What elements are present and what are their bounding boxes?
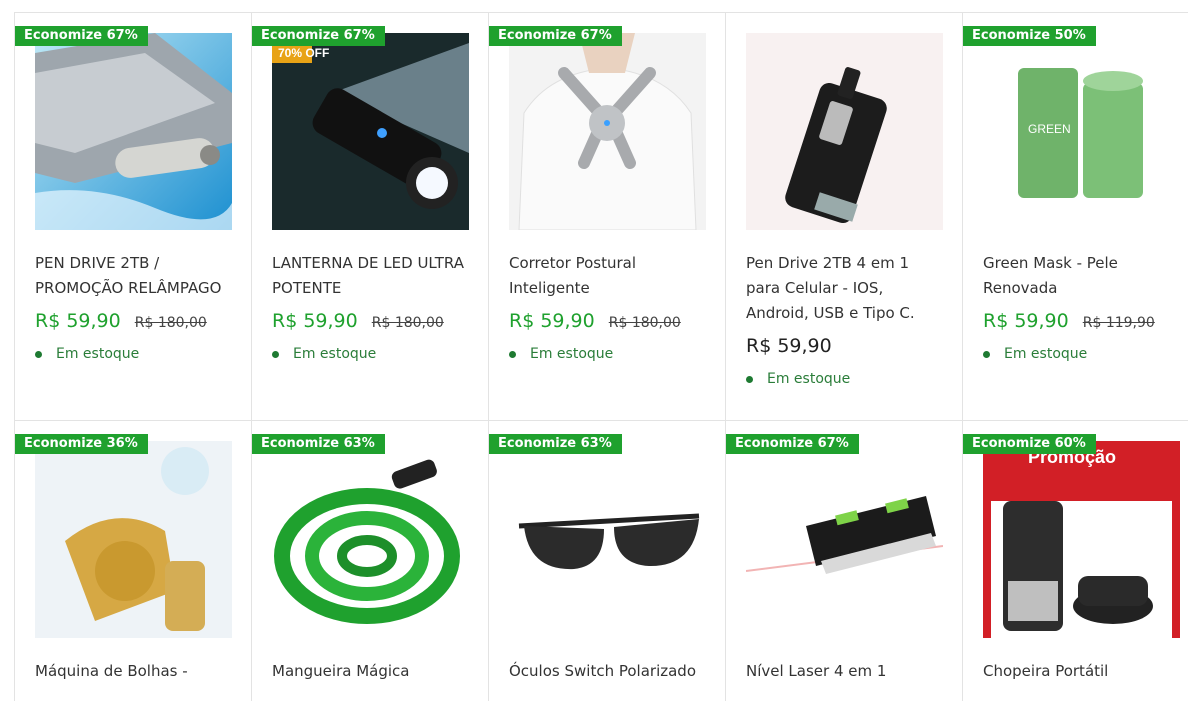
in-stock-dot-icon (272, 350, 279, 358)
in-stock-dot-icon (509, 350, 516, 358)
discount-badge: Economize 63% (489, 434, 622, 454)
product-title[interactable]: Corretor Postural Inteligente (509, 251, 705, 301)
original-price: R$ 180,00 (608, 315, 681, 331)
stock-status: Em estoque (983, 346, 1170, 362)
product-grid: Economize 67% PEN DRIVE 2TB / PROMOÇÃO R… (14, 12, 1188, 701)
discount-badge: Economize 63% (252, 434, 385, 454)
green-mask-image: GREEN (983, 33, 1180, 230)
product-image[interactable] (509, 33, 706, 230)
discount-badge: Economize 67% (252, 26, 385, 46)
product-price: R$ 59,90 (272, 310, 358, 332)
discount-badge: Economize 67% (489, 26, 622, 46)
product-title[interactable]: Chopeira Portátil (983, 659, 1170, 709)
product-title[interactable]: Pen Drive 2TB 4 em 1 para Celular - IOS,… (746, 251, 942, 326)
product-image[interactable]: GREEN (983, 33, 1180, 230)
stock-label: Em estoque (293, 346, 377, 362)
original-price: R$ 180,00 (371, 315, 444, 331)
product-image[interactable] (35, 441, 232, 638)
product-image[interactable]: 70% OFF (272, 33, 469, 230)
discount-badge: Economize 67% (15, 26, 148, 46)
product-card[interactable]: Pen Drive 2TB 4 em 1 para Celular - IOS,… (725, 13, 962, 420)
stock-status: Em estoque (509, 346, 705, 362)
product-image[interactable] (35, 33, 232, 230)
sunglasses-image (509, 441, 706, 638)
laser-level-image (746, 441, 943, 638)
product-title[interactable]: PEN DRIVE 2TB / PROMOÇÃO RELÂMPAGO (35, 251, 231, 301)
stock-status: Em estoque (35, 346, 231, 362)
product-card[interactable]: Economize 36% Máquina de Bolhas - (14, 421, 251, 701)
promo-image-text: 70% OFF (278, 46, 329, 60)
flashlight-image: 70% OFF (272, 33, 469, 230)
product-image[interactable]: Promoção (983, 441, 1180, 638)
discount-badge: Economize 50% (963, 26, 1096, 46)
mask-label-text: GREEN (1028, 122, 1071, 136)
product-card[interactable]: Economize 67% Nível Laser 4 em 1 (725, 421, 962, 701)
product-title[interactable]: Green Mask - Pele Renovada (983, 251, 1170, 301)
product-row: Economize 67% PEN DRIVE 2TB / PROMOÇÃO R… (14, 13, 1188, 421)
stock-status: Em estoque (272, 346, 468, 362)
product-title[interactable]: Máquina de Bolhas - (35, 659, 231, 709)
stock-label: Em estoque (1004, 346, 1088, 362)
product-image[interactable] (746, 441, 943, 638)
product-title[interactable]: Mangueira Mágica (272, 659, 468, 709)
stock-status: Em estoque (746, 371, 942, 387)
product-title[interactable]: Óculos Switch Polarizado (509, 659, 705, 709)
discount-badge: Economize 60% (963, 434, 1096, 454)
product-card[interactable]: Economize 63% Mangueira Mágica (251, 421, 488, 701)
product-price: R$ 59,90 (983, 310, 1069, 332)
in-stock-dot-icon (983, 350, 990, 358)
in-stock-dot-icon (35, 350, 42, 358)
discount-badge: Economize 67% (726, 434, 859, 454)
product-price: R$ 59,90 (35, 310, 121, 332)
original-price: R$ 119,90 (1082, 315, 1155, 331)
stock-label: Em estoque (767, 371, 851, 387)
posture-corrector-image (509, 33, 706, 230)
garden-hose-image (272, 441, 469, 638)
product-card[interactable]: Economize 60% Promoção Chopeira Portátil (962, 421, 1188, 701)
product-row: Economize 36% Máquina de Bolhas - Econom… (14, 421, 1188, 701)
bubble-machine-image (35, 441, 232, 638)
product-title[interactable]: LANTERNA DE LED ULTRA POTENTE (272, 251, 468, 301)
product-card[interactable]: Economize 63% Óculos Switch Polarizado (488, 421, 725, 701)
product-image[interactable] (272, 441, 469, 638)
discount-badge: Economize 36% (15, 434, 148, 454)
product-card[interactable]: Economize 67% 70% OFF LANTERNA DE LED UL… (251, 13, 488, 420)
product-card[interactable]: Economize 67% Corretor Postural Intelige… (488, 13, 725, 420)
otg-drive-image (746, 33, 943, 230)
product-image[interactable] (509, 441, 706, 638)
product-card[interactable]: Economize 50% GREEN Green Mask - Pele Re… (962, 13, 1188, 420)
usb-drive-image (35, 33, 232, 230)
stock-label: Em estoque (530, 346, 614, 362)
product-image[interactable] (746, 33, 943, 230)
original-price: R$ 180,00 (134, 315, 207, 331)
stock-label: Em estoque (56, 346, 140, 362)
product-title[interactable]: Nível Laser 4 em 1 (746, 659, 942, 709)
beer-dispenser-image: Promoção (983, 441, 1180, 638)
product-card[interactable]: Economize 67% PEN DRIVE 2TB / PROMOÇÃO R… (14, 13, 251, 420)
in-stock-dot-icon (746, 375, 753, 383)
product-price: R$ 59,90 (746, 335, 832, 357)
product-price: R$ 59,90 (509, 310, 595, 332)
